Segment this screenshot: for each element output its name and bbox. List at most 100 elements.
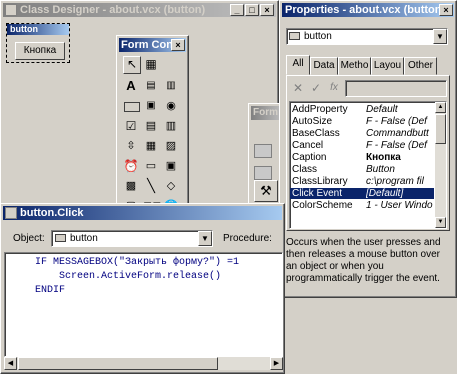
button-preview[interactable]: Кнопка — [15, 42, 65, 60]
button-class-container[interactable]: button Кнопка — [6, 23, 70, 63]
scroll-down-icon[interactable]: ▼ — [435, 217, 446, 228]
textbox-tool-icon[interactable]: ▤ — [143, 78, 159, 94]
property-name: BaseClass — [292, 128, 340, 139]
accept-icon[interactable]: ✓ — [308, 80, 324, 96]
layout-toolbar-icon-1[interactable] — [254, 144, 272, 158]
property-value: [Default] — [366, 188, 404, 199]
property-value: Commandbutt — [366, 128, 429, 139]
combobox-tool-icon[interactable]: ▤ — [143, 118, 159, 134]
tab-label: Other — [407, 60, 433, 71]
property-row[interactable]: BaseClass Commandbutt — [290, 128, 434, 139]
oleobject-tool-icon[interactable]: ▣ — [163, 158, 179, 174]
code-window-title: button.Click — [20, 207, 84, 219]
code-window: button.Click Object: button ▼ Procedure:… — [0, 203, 285, 374]
listbox-tool-icon[interactable]: ▥ — [163, 118, 179, 134]
view-classes-icon[interactable]: ▦ — [143, 56, 159, 72]
property-name: ColorScheme — [292, 200, 353, 211]
form-controls-title: Form Cont — [121, 39, 177, 51]
property-name: Click Event — [292, 188, 343, 199]
code-line-3: ENDIF — [35, 285, 66, 296]
property-name: AddProperty — [292, 104, 348, 115]
timer-tool-icon[interactable]: ⏰ — [123, 158, 139, 174]
form-controls-close-icon[interactable]: × — [171, 39, 185, 51]
app-icon — [5, 4, 17, 16]
tab-other[interactable]: Other — [404, 57, 437, 75]
tab-label: Data — [313, 60, 335, 71]
tab-layou[interactable]: Layou — [371, 57, 404, 75]
olebound-tool-icon[interactable]: ▩ — [123, 178, 139, 194]
property-name: Caption — [292, 152, 327, 163]
property-row[interactable]: Click Event [Default] — [290, 188, 434, 199]
checkbox-tool-icon[interactable]: ☑ — [123, 118, 139, 134]
property-row[interactable]: AddProperty Default — [290, 104, 434, 115]
property-value: F - False (Def — [366, 140, 427, 151]
property-description-text: Occurs when the user presses and then re… — [286, 237, 441, 284]
property-value-editor[interactable] — [345, 80, 447, 97]
close-icon[interactable]: × — [260, 4, 274, 16]
grid-tool-icon[interactable]: ▦ — [143, 138, 159, 154]
tab-all[interactable]: All — [286, 55, 310, 75]
property-row[interactable]: AutoSize F - False (Def — [290, 116, 434, 127]
commandgroup-tool-icon[interactable]: ▣ — [143, 98, 159, 114]
scroll-left-icon[interactable]: ◀ — [4, 357, 17, 370]
property-grid[interactable]: AddProperty Default AutoSize F - False (Def… — [289, 101, 447, 229]
pointer-tool-icon[interactable]: ↖ — [123, 56, 141, 74]
properties-tabs: All Data Metho Layou Other — [286, 55, 450, 75]
line-tool-icon[interactable]: ╲ — [143, 178, 159, 194]
layout-toolbar-icon-2[interactable] — [254, 166, 272, 180]
code-editor[interactable]: IF MESSAGEBOX("Закрыть форму?") =1 Scree… — [4, 252, 283, 357]
object-label: Object: — [13, 233, 45, 244]
properties-title: Properties - about.vcx (button) — [285, 4, 446, 16]
property-value: Button — [366, 164, 395, 175]
cancel-icon[interactable]: ✕ — [290, 80, 306, 96]
properties-titlebar[interactable]: Properties - about.vcx (button) — [282, 3, 454, 17]
scroll-up-icon[interactable]: ▲ — [435, 102, 446, 113]
property-grid-scrollbar[interactable]: ▲ ▼ — [435, 102, 446, 228]
property-row[interactable]: Cancel F - False (Def — [290, 140, 434, 151]
editbox-tool-icon[interactable]: ▥ — [163, 78, 179, 94]
scroll-right-icon[interactable]: ▶ — [270, 357, 283, 370]
property-row[interactable]: Class Button — [290, 164, 434, 175]
tab-label: All — [292, 58, 304, 69]
code-line-1: IF MESSAGEBOX("Закрыть форму?") =1 — [35, 257, 240, 268]
object-combo[interactable]: button ▼ — [51, 230, 213, 247]
tab-page-panel: ✕ ✓ fx AddProperty Default AutoSize F - Fal… — [286, 75, 450, 231]
function-icon[interactable]: fx — [326, 80, 342, 96]
property-row[interactable]: ClassLibrary c:\program fil — [290, 176, 434, 187]
procedure-label: Procedure: — [223, 233, 272, 244]
tab-data[interactable]: Data — [310, 57, 338, 75]
property-rows: AddProperty Default AutoSize F - False (Def… — [290, 104, 434, 214]
image-tool-icon[interactable]: ▨ — [163, 138, 179, 154]
tab-metho[interactable]: Metho — [338, 57, 371, 75]
chevron-down-icon[interactable]: ▼ — [433, 29, 447, 44]
property-name: AutoSize — [292, 116, 333, 127]
maximize-icon[interactable]: □ — [245, 4, 259, 16]
object-selector[interactable]: button ▼ — [286, 28, 448, 45]
commandbutton-tool-icon[interactable] — [123, 98, 140, 114]
spinner-tool-icon[interactable]: ⇳ — [123, 138, 139, 154]
properties-close-icon[interactable]: × — [439, 4, 453, 16]
shape-tool-icon[interactable]: ◇ — [163, 178, 179, 194]
label-tool-icon[interactable]: A — [123, 78, 139, 94]
object-combo-value: button — [70, 233, 98, 244]
code-horizontal-scrollbar[interactable]: ◀ ▶ — [4, 357, 283, 370]
optiongroup-tool-icon[interactable]: ◉ — [163, 98, 179, 114]
property-value: Кнопка — [366, 152, 401, 163]
tab-label: Metho — [340, 60, 369, 71]
button-object-icon — [289, 32, 300, 40]
chevron-down-icon[interactable]: ▼ — [198, 231, 212, 246]
scroll-thumb[interactable] — [435, 114, 446, 144]
minimize-icon[interactable]: _ — [230, 4, 244, 16]
property-row[interactable]: ColorScheme 1 - User Windo — [290, 200, 434, 211]
property-value: c:\program fil — [366, 176, 424, 187]
scroll-thumb[interactable] — [18, 357, 218, 370]
property-name: Cancel — [292, 140, 324, 151]
code-line-2: Screen.ActiveForm.release() — [47, 271, 222, 282]
property-row[interactable]: Caption Кнопка — [290, 152, 434, 163]
tools-icon[interactable]: ⚒ — [254, 180, 278, 202]
property-value: Default — [366, 104, 398, 115]
code-window-titlebar[interactable]: button.Click — [3, 206, 282, 220]
app-icon — [5, 207, 17, 219]
pageframe-tool-icon[interactable]: ▭ — [143, 158, 159, 174]
property-value: 1 - User Windo — [366, 200, 433, 211]
